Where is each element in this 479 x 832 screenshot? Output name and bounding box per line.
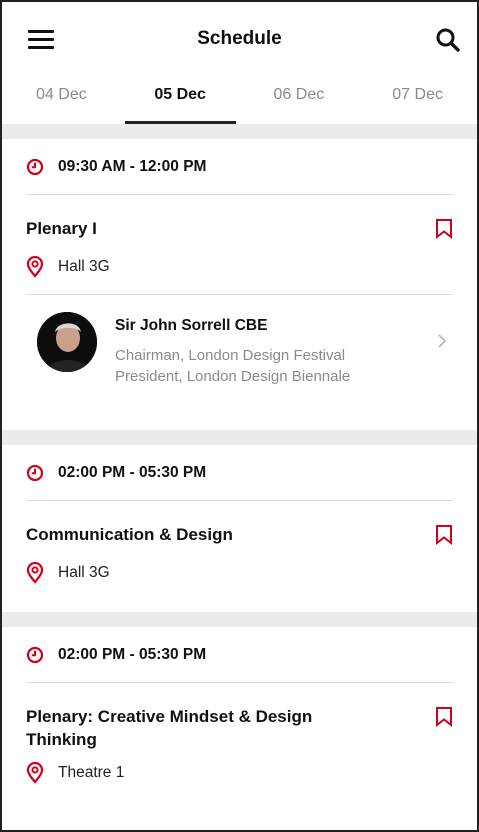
clock-icon — [26, 646, 44, 663]
session-card[interactable]: 09:30 AM - 12:00 PM Plenary I Hall 3G Si… — [2, 139, 477, 430]
section-divider — [2, 612, 477, 627]
session-time: 02:00 PM - 05:30 PM — [26, 627, 453, 683]
location-pin-icon — [26, 256, 44, 278]
avatar — [37, 312, 97, 372]
tab-04-dec[interactable]: 04 Dec — [2, 80, 121, 124]
search-icon[interactable] — [435, 27, 461, 53]
bookmark-icon[interactable] — [435, 218, 453, 240]
tab-06-dec[interactable]: 06 Dec — [240, 80, 359, 124]
session-location: Theatre 1 — [26, 751, 453, 795]
session-time-text: 02:00 PM - 05:30 PM — [58, 645, 207, 663]
speaker-name: Sir John Sorrell CBE — [115, 317, 268, 334]
page-title: Schedule — [197, 28, 282, 49]
session-location: Hall 3G — [26, 546, 453, 600]
session-location-text: Theatre 1 — [58, 764, 125, 781]
section-divider — [2, 124, 477, 139]
session-title-row: Communication & Design — [26, 501, 453, 546]
clock-icon — [26, 464, 44, 481]
location-pin-icon — [26, 762, 44, 784]
session-time-text: 09:30 AM - 12:00 PM — [58, 157, 207, 175]
session-title: Plenary: Creative Mindset & Design Think… — [26, 707, 313, 749]
chevron-right-icon[interactable] — [437, 333, 447, 349]
date-tabs: 04 Dec 05 Dec 06 Dec 07 Dec — [2, 80, 477, 124]
session-time: 02:00 PM - 05:30 PM — [26, 445, 453, 501]
session-card[interactable]: 02:00 PM - 05:30 PM Plenary: Creative Mi… — [2, 627, 477, 795]
bookmark-icon[interactable] — [435, 524, 453, 546]
bookmark-icon[interactable] — [435, 706, 453, 728]
app-bar: Schedule — [2, 2, 477, 80]
app-screen: Schedule 04 Dec 05 Dec 06 Dec 07 Dec 09:… — [0, 0, 479, 832]
session-card[interactable]: 02:00 PM - 05:30 PM Communication & Desi… — [2, 445, 477, 612]
session-location: Hall 3G — [26, 240, 453, 294]
session-title-row: Plenary I — [26, 195, 453, 240]
tab-05-dec[interactable]: 05 Dec — [121, 80, 240, 124]
location-pin-icon — [26, 562, 44, 584]
clock-icon — [26, 158, 44, 175]
speaker-role: Chairman, London Design Festival Preside… — [115, 347, 351, 385]
session-location-text: Hall 3G — [58, 564, 110, 581]
session-title: Plenary I — [26, 219, 97, 238]
session-location-text: Hall 3G — [58, 258, 110, 275]
speaker-row[interactable]: Sir John Sorrell CBE Chairman, London De… — [26, 294, 453, 430]
session-list: 09:30 AM - 12:00 PM Plenary I Hall 3G Si… — [2, 124, 477, 795]
section-divider — [2, 430, 477, 445]
session-title-row: Plenary: Creative Mindset & Design Think… — [26, 683, 453, 751]
session-time-text: 02:00 PM - 05:30 PM — [58, 463, 207, 481]
tab-07-dec[interactable]: 07 Dec — [358, 80, 477, 124]
session-time: 09:30 AM - 12:00 PM — [26, 139, 453, 195]
session-title: Communication & Design — [26, 525, 233, 544]
